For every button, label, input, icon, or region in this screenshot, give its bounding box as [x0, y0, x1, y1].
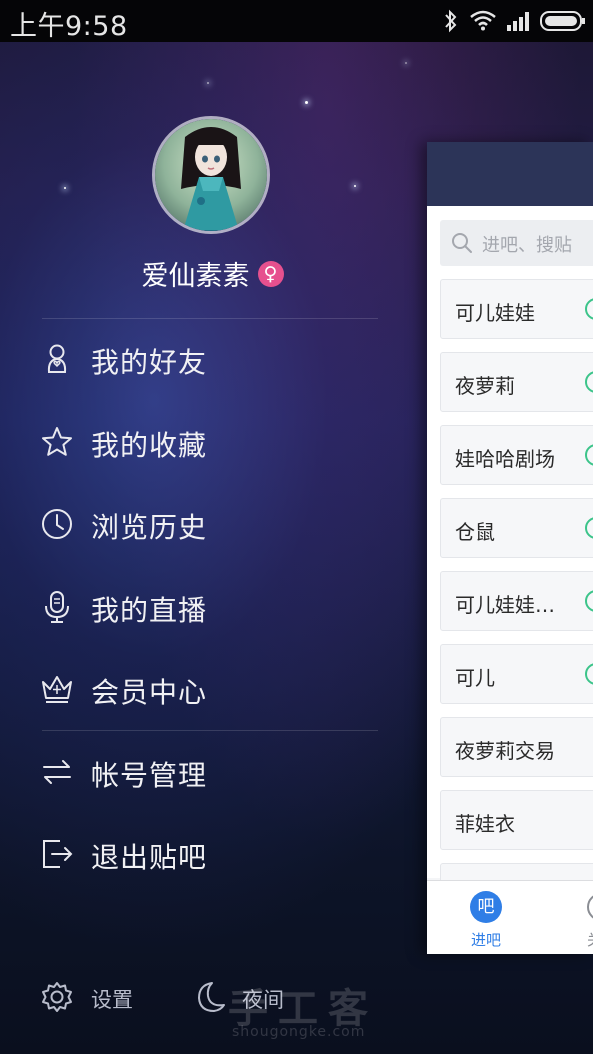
background-star — [354, 185, 356, 187]
tab-label: 关 — [587, 929, 593, 950]
divider — [42, 730, 378, 731]
background-star — [64, 187, 66, 189]
background-star — [405, 62, 407, 64]
bluetooth-icon — [445, 9, 457, 33]
search-icon — [452, 233, 472, 253]
menu-item-favorites[interactable]: 我的收藏 — [40, 413, 380, 473]
signed-in-badge-icon — [585, 517, 593, 539]
signed-in-badge-icon — [585, 371, 593, 393]
crown-icon — [42, 676, 72, 703]
menu-item-membership[interactable]: 会员中心 — [40, 660, 380, 720]
main-panel[interactable]: 进吧、搜贴 可儿娃娃 夜萝莉 娃哈哈剧场 仓鼠 可儿娃娃… 可儿 夜萝莉交易 菲… — [427, 142, 593, 954]
tab-bar: 吧 进吧 关 — [427, 880, 593, 954]
forum-name: 可儿 — [455, 666, 495, 690]
menu-item-live[interactable]: 我的直播 — [40, 578, 380, 638]
search-placeholder: 进吧、搜贴 — [482, 235, 572, 256]
signal-icon — [507, 12, 529, 31]
panel-body: 进吧、搜贴 可儿娃娃 夜萝莉 娃哈哈剧场 仓鼠 可儿娃娃… 可儿 夜萝莉交易 菲… — [427, 206, 593, 923]
exit-icon — [43, 840, 73, 868]
forum-item[interactable]: 菲娃衣 — [440, 790, 593, 850]
menu-item-label: 会员中心 — [91, 676, 208, 709]
settings-button[interactable]: 设置 — [40, 978, 150, 1018]
gear-icon — [42, 982, 72, 1012]
wifi-icon — [470, 10, 496, 31]
background-star — [305, 101, 308, 104]
signed-in-badge-icon — [585, 298, 593, 320]
signed-in-badge-icon — [585, 590, 593, 612]
divider — [42, 318, 378, 319]
panel-header — [427, 142, 593, 206]
star-icon — [42, 427, 72, 456]
forum-item[interactable]: 夜萝莉 — [440, 352, 593, 412]
gender-female-icon: ♀ — [257, 260, 284, 287]
forum-item[interactable]: 可儿娃娃 — [440, 279, 593, 339]
forum-name: 娃哈哈剧场 — [455, 447, 555, 471]
menu-item-label: 我的直播 — [91, 594, 208, 627]
username-row: 爱仙素素 ♀ — [0, 254, 425, 293]
status-bar: 上午9:58 — [0, 0, 593, 42]
menu-item-history[interactable]: 浏览历史 — [40, 495, 380, 555]
moon-icon — [198, 982, 225, 1012]
friends-icon — [47, 344, 67, 373]
forum-name: 菲娃衣 — [455, 812, 515, 836]
username[interactable]: 爱仙素素 — [142, 261, 250, 292]
forum-name: 夜萝莉交易 — [455, 739, 555, 763]
menu-item-label: 我的收藏 — [91, 429, 208, 462]
avatar[interactable] — [152, 116, 270, 234]
forum-name: 可儿娃娃… — [455, 593, 555, 617]
battery-icon — [540, 11, 585, 31]
forum-name: 仓鼠 — [455, 520, 495, 544]
menu-item-label: 浏览历史 — [91, 511, 208, 544]
forum-name: 夜萝莉 — [455, 374, 515, 398]
forum-item[interactable]: 夜萝莉交易 — [440, 717, 593, 777]
avatar-photo — [155, 119, 267, 231]
swap-arrows-icon — [43, 760, 71, 784]
forum-item[interactable]: 可儿娃娃… — [440, 571, 593, 631]
forum-item[interactable]: 仓鼠 — [440, 498, 593, 558]
clock-icon — [42, 509, 72, 539]
forum-tab-icon: 吧 — [470, 891, 502, 923]
forum-item[interactable]: 可儿 — [440, 644, 593, 704]
menu-item-label: 退出贴吧 — [91, 841, 208, 874]
search-input[interactable]: 进吧、搜贴 — [440, 220, 593, 266]
signed-in-badge-icon — [585, 663, 593, 685]
app-screen: 上午9:58 爱仙素素 ♀ 我的好友 我的收藏 浏览历史 我的直播 会员中心 帐… — [0, 0, 593, 1054]
tab-label: 进吧 — [470, 931, 501, 949]
menu-item-label: 我的好友 — [91, 346, 208, 379]
watermark: 手工客 shougongke.com — [228, 976, 378, 1040]
background-star — [207, 82, 209, 84]
menu-item-logout[interactable]: 退出贴吧 — [40, 825, 380, 885]
forum-item[interactable]: 娃哈哈剧场 — [440, 425, 593, 485]
tab-icon — [587, 893, 593, 921]
menu-item-friends[interactable]: 我的好友 — [40, 330, 380, 390]
forum-name: 可儿娃娃 — [455, 301, 535, 325]
microphone-icon — [45, 591, 69, 623]
signed-in-badge-icon — [585, 444, 593, 466]
watermark-url: shougongke.com — [232, 1024, 366, 1040]
settings-label: 设置 — [91, 988, 133, 1012]
menu-item-account[interactable]: 帐号管理 — [40, 743, 380, 803]
menu-item-label: 帐号管理 — [91, 759, 208, 792]
status-time: 上午9:58 — [10, 11, 128, 42]
